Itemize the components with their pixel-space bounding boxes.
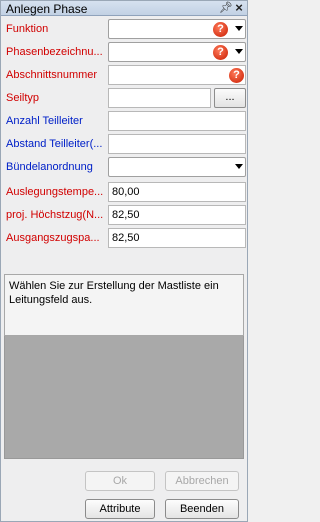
- row-seiltyp: Seiltyp ...: [1, 87, 247, 109]
- phasenbezeichnung-combo[interactable]: ?: [108, 42, 246, 62]
- row-ausgangszugspannung: Ausgangszugspa... 82,50: [1, 227, 247, 249]
- hoechstzug-value: 82,50: [112, 209, 140, 221]
- chevron-down-icon[interactable]: [235, 164, 243, 169]
- row-anzahl-teilleiter: Anzahl Teilleiter: [1, 110, 247, 132]
- panel-title: Anlegen Phase: [6, 2, 88, 16]
- pin-icon[interactable]: 📌︎: [219, 1, 233, 15]
- row-abstand-teilleiter: Abstand Teilleiter(...: [1, 133, 247, 155]
- row-buendelanordnung: Bündelanordnung: [1, 156, 247, 178]
- anlegen-phase-panel: Anlegen Phase 📌︎ × Funktion ? Phasenbeze…: [0, 0, 248, 522]
- abschnittsnummer-label: Abschnittsnummer: [6, 69, 98, 81]
- abstand-teilleiter-field[interactable]: [108, 134, 246, 154]
- beenden-button[interactable]: Beenden: [165, 499, 239, 519]
- abschnittsnummer-field[interactable]: ?: [108, 65, 246, 85]
- anzahl-teilleiter-label: Anzahl Teilleiter: [6, 115, 83, 127]
- phasenbezeichnung-label: Phasenbezeichnu...: [6, 46, 103, 58]
- chevron-down-icon[interactable]: [235, 49, 243, 54]
- chevron-down-icon[interactable]: [235, 26, 243, 31]
- preview-area: [4, 336, 244, 459]
- info-message-text: Wählen Sie zur Erstellung der Mastliste …: [9, 280, 219, 306]
- hoechstzug-label: proj. Höchstzug(N...: [6, 209, 104, 221]
- row-auslegungstemperatur: Auslegungstempe... 80,00: [1, 181, 247, 203]
- buendelanordnung-label: Bündelanordnung: [6, 161, 93, 173]
- help-icon: ?: [213, 45, 228, 60]
- abbrechen-button[interactable]: Abbrechen: [165, 471, 239, 491]
- panel-titlebar: Anlegen Phase 📌︎ ×: [1, 0, 247, 16]
- row-phasenbezeichnung: Phasenbezeichnu... ?: [1, 41, 247, 63]
- ausgangszugspannung-value: 82,50: [112, 232, 140, 244]
- auslegungstemperatur-label: Auslegungstempe...: [6, 186, 104, 198]
- help-icon: ?: [213, 22, 228, 37]
- buendelanordnung-combo[interactable]: [108, 157, 246, 177]
- hoechstzug-field[interactable]: 82,50: [108, 205, 246, 225]
- ausgangszugspannung-field[interactable]: 82,50: [108, 228, 246, 248]
- ok-button[interactable]: Ok: [85, 471, 155, 491]
- seiltyp-label: Seiltyp: [6, 92, 40, 104]
- seiltyp-browse-button[interactable]: ...: [214, 88, 246, 108]
- attribute-button[interactable]: Attribute: [85, 499, 155, 519]
- help-icon: ?: [229, 68, 244, 83]
- funktion-label: Funktion: [6, 23, 49, 35]
- abstand-teilleiter-label: Abstand Teilleiter(...: [6, 138, 103, 150]
- auslegungstemperatur-field[interactable]: 80,00: [108, 182, 246, 202]
- funktion-combo[interactable]: ?: [108, 19, 246, 39]
- close-icon[interactable]: ×: [233, 0, 245, 15]
- auslegungstemperatur-value: 80,00: [112, 186, 140, 198]
- row-hoechstzug: proj. Höchstzug(N... 82,50: [1, 204, 247, 226]
- ausgangszugspannung-label: Ausgangszugspa...: [6, 232, 100, 244]
- info-message-box: Wählen Sie zur Erstellung der Mastliste …: [4, 274, 244, 336]
- seiltyp-field[interactable]: [108, 88, 211, 108]
- anzahl-teilleiter-field[interactable]: [108, 111, 246, 131]
- row-funktion: Funktion ?: [1, 18, 247, 40]
- row-abschnittsnummer: Abschnittsnummer ?: [1, 64, 247, 86]
